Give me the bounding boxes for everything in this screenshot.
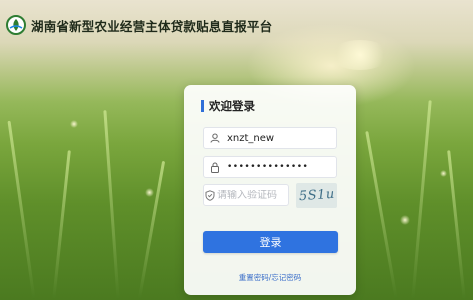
user-icon <box>205 128 225 148</box>
forgot-password-link[interactable]: 重置密码/忘记密码 <box>184 272 356 283</box>
captcha-field[interactable] <box>203 184 325 206</box>
light-bokeh <box>330 40 390 70</box>
login-panel: 欢迎登录 xnzt_new •••••••••••••• 5S1 <box>184 85 356 295</box>
username-value: xnzt_new <box>227 132 275 144</box>
light-bokeh <box>70 120 78 128</box>
grass-blade <box>52 150 71 300</box>
light-bokeh <box>400 215 410 225</box>
login-button[interactable]: 登录 <box>203 231 338 253</box>
lock-icon <box>205 157 225 177</box>
grass-blade <box>365 131 398 299</box>
shield-check-icon <box>205 185 215 205</box>
light-bokeh <box>440 170 447 177</box>
grass-blade <box>137 160 166 300</box>
app-header: 湖南省新型农业经营主体贷款贴息直报平台 <box>6 13 272 37</box>
grass-blade <box>411 100 432 300</box>
grass-blade <box>7 120 36 300</box>
captcha-image[interactable]: 5S1u <box>296 183 337 208</box>
grass-blade <box>103 110 120 300</box>
captcha-text: 5S1u <box>298 186 335 205</box>
grass-blade <box>447 150 466 300</box>
light-bokeh <box>145 188 154 197</box>
platform-title: 湖南省新型农业经营主体贷款贴息直报平台 <box>31 18 273 34</box>
platform-logo-icon <box>6 15 26 35</box>
password-field[interactable]: •••••••••••••• <box>203 156 337 178</box>
password-mask: •••••••••••••• <box>227 162 309 172</box>
login-title: 欢迎登录 <box>201 100 255 112</box>
username-field[interactable]: xnzt_new <box>203 127 337 149</box>
